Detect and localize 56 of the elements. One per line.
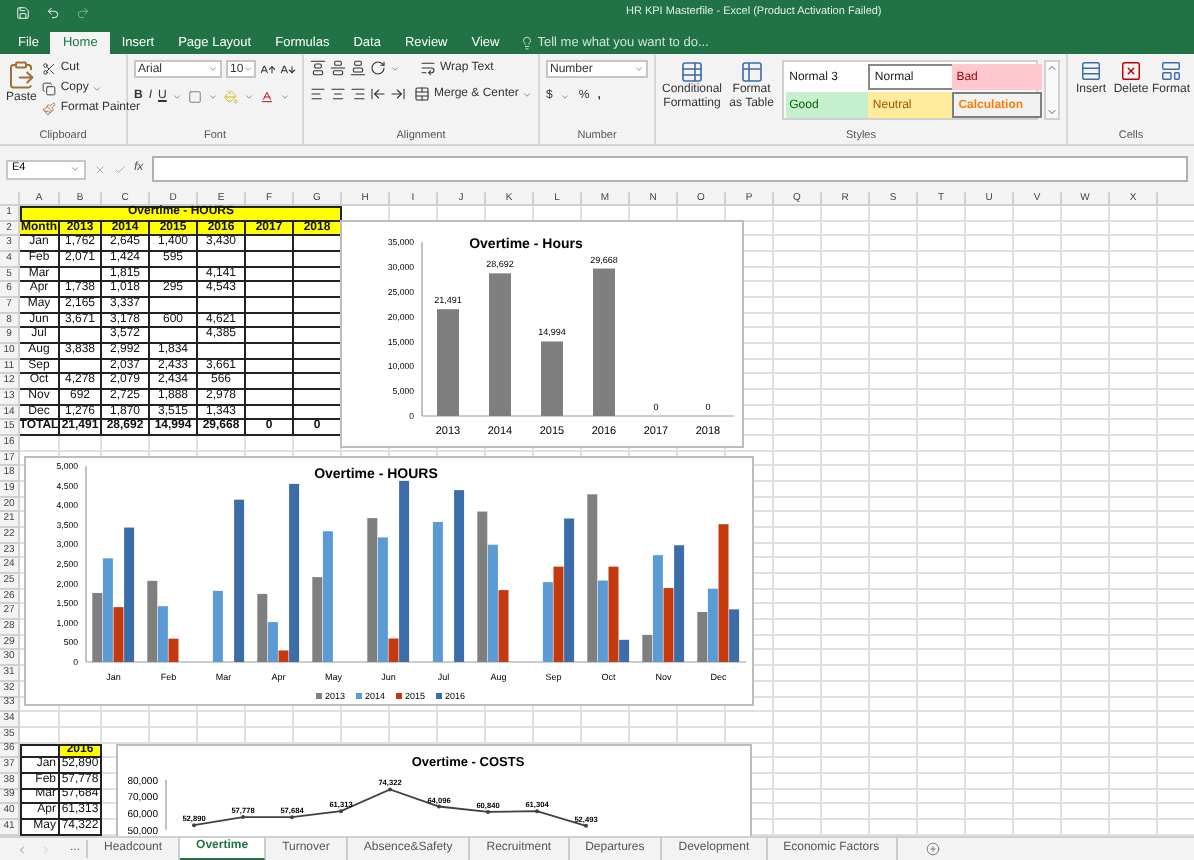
table-icon [739, 60, 764, 84]
font-color-icon[interactable] [260, 89, 275, 103]
insert-rows-icon [1080, 60, 1102, 82]
copy-icon [42, 81, 57, 95]
shrink-font-icon[interactable] [280, 61, 296, 77]
caret-icon [522, 89, 533, 99]
caret-icon [634, 64, 644, 74]
axis-line [165, 779, 167, 831]
add-sheet-icon[interactable] [925, 842, 940, 856]
align-center-icon[interactable] [330, 86, 346, 102]
align-top-icon[interactable] [310, 60, 326, 76]
decrease-indent-icon[interactable] [370, 86, 386, 102]
bar [212, 590, 223, 662]
caret-icon [560, 91, 571, 101]
orientation-icon[interactable] [370, 60, 386, 76]
table-cell [246, 282, 294, 299]
merge-cells-icon [414, 86, 430, 102]
table-cell [246, 328, 294, 345]
align-left-icon[interactable] [310, 86, 326, 102]
caret-icon [172, 91, 183, 101]
wrap-text-icon [420, 60, 436, 76]
table-cell [60, 328, 102, 345]
fill-color-icon[interactable] [224, 89, 239, 103]
caret-icon [208, 64, 218, 74]
table-cell [246, 236, 294, 253]
align-bottom-icon[interactable] [350, 60, 366, 76]
paintbrush-icon [42, 101, 57, 115]
grow-font-icon[interactable] [260, 61, 276, 77]
caret-icon [244, 91, 255, 101]
table-cell [150, 328, 198, 345]
bar [489, 273, 511, 416]
increase-indent-icon[interactable] [390, 86, 406, 102]
format-cells-icon [1160, 60, 1182, 82]
caret-icon [280, 91, 291, 101]
align-right-icon[interactable] [350, 86, 366, 102]
caret-icon [243, 64, 252, 74]
table-rules-icon [680, 60, 704, 84]
table-cell [60, 267, 102, 283]
table-cell [246, 374, 294, 391]
scissors-icon [42, 61, 57, 75]
caret-icon [92, 83, 103, 93]
caret-icon [208, 91, 219, 101]
delete-cells-icon [1120, 60, 1142, 82]
bar [437, 309, 459, 416]
undo-icon[interactable] [46, 6, 60, 20]
caret-icon [70, 164, 80, 174]
bar [541, 341, 563, 416]
align-middle-icon[interactable] [330, 60, 346, 76]
table-cell [60, 359, 102, 375]
table-cell [20, 743, 60, 759]
lightbulb-icon [519, 36, 534, 50]
caret-icon [390, 63, 400, 73]
paste-icon [6, 60, 37, 90]
borders-icon[interactable] [188, 89, 203, 103]
save-icon[interactable] [16, 6, 30, 20]
bar [432, 522, 443, 662]
